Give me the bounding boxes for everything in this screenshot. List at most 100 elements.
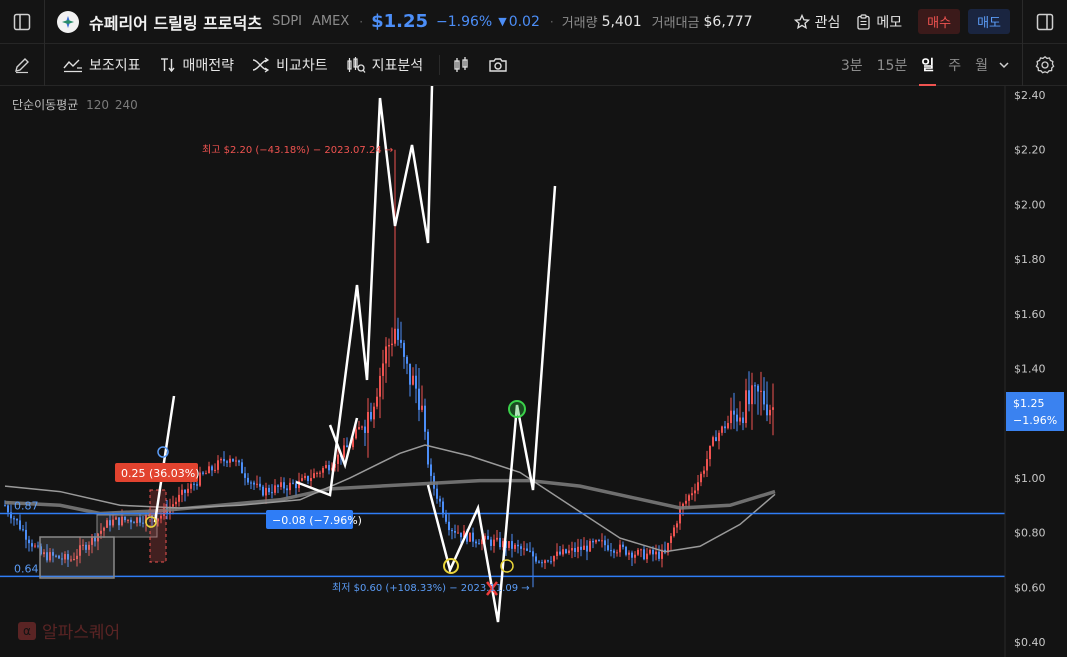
candle-body — [457, 532, 459, 534]
chevron-down-icon[interactable] — [998, 59, 1010, 71]
ma-period-2: 240 — [114, 98, 138, 112]
candle-body — [733, 410, 735, 415]
candle-body — [355, 429, 357, 439]
current-price-tag: $1.25 — [1013, 397, 1045, 410]
candle-body — [304, 475, 306, 479]
high-annotation: 최고 $2.20 (−43.18%) − 2023.07.24 → — [202, 144, 393, 156]
candle-body — [343, 445, 345, 458]
candle-body — [4, 505, 6, 507]
candle-body — [220, 458, 222, 461]
timeframe-month[interactable]: 월 — [975, 55, 988, 75]
timeframe-15min[interactable]: 15분 — [877, 55, 908, 75]
candle-body — [712, 437, 714, 446]
camera-icon[interactable] — [488, 56, 508, 74]
candle-body — [445, 514, 447, 522]
candle-body — [202, 472, 204, 474]
divider — [44, 0, 45, 44]
dot-separator: · — [549, 14, 554, 29]
compare-button[interactable]: 비교차트 — [252, 55, 328, 75]
change-absolute: 0.02 — [508, 13, 540, 30]
watermark: α 알파스퀘어 — [18, 618, 120, 643]
candle-body — [421, 405, 423, 410]
watermark-logo-icon: α — [18, 621, 36, 640]
candle-body — [517, 544, 519, 547]
sell-button[interactable]: 매도 — [968, 9, 1010, 34]
candle-body — [337, 454, 339, 464]
candle-body — [415, 375, 417, 389]
candle-body — [196, 484, 198, 486]
candle-body — [286, 488, 288, 491]
memo-button[interactable]: 메모 — [856, 12, 902, 32]
candle-body — [430, 464, 432, 476]
strategy-label: 매매전략 — [182, 57, 235, 74]
candle-body — [451, 530, 453, 532]
candle-body — [469, 532, 471, 542]
candle-body — [577, 546, 579, 552]
candle-body — [406, 356, 408, 364]
ma-legend[interactable]: 단순이동평균 120 240 — [12, 96, 138, 113]
timeframe-week[interactable]: 주 — [948, 55, 961, 75]
candle-body — [499, 537, 501, 548]
indicators-button[interactable]: 보조지표 — [63, 55, 141, 75]
candle-body — [190, 483, 192, 489]
candle-body — [31, 543, 33, 547]
candle-body — [691, 493, 693, 496]
candle-body — [235, 460, 237, 462]
gain-tag: 0.25 (36.03%) — [121, 467, 200, 480]
candle-body — [532, 551, 534, 557]
buy-button[interactable]: 매수 — [918, 9, 961, 34]
company-logo — [57, 10, 79, 33]
candle-body — [253, 482, 255, 485]
candle-body — [565, 549, 567, 554]
candle-body — [241, 462, 243, 474]
candle-body — [181, 489, 183, 495]
candle-body — [262, 486, 264, 496]
candle-body — [673, 527, 675, 537]
candle-body — [475, 541, 477, 544]
timeframe-day[interactable]: 일 — [919, 55, 937, 86]
memo-label: 메모 — [876, 14, 903, 31]
candle-body — [184, 489, 186, 493]
y-tick-label: $1.60 — [1014, 308, 1046, 321]
candle-body — [13, 518, 15, 520]
candle-body — [601, 540, 603, 542]
candlestick-icon[interactable] — [452, 56, 470, 74]
candle-body — [658, 551, 660, 559]
analysis-button[interactable]: 지표분석 — [346, 55, 423, 75]
candle-body — [217, 460, 219, 470]
current-change-tag: −1.96% — [1013, 414, 1057, 427]
candle-body — [580, 546, 582, 550]
candle-body — [193, 483, 195, 485]
candle-body — [550, 561, 552, 563]
candle-body — [268, 487, 270, 493]
candle-body — [739, 417, 741, 422]
candle-body — [568, 550, 570, 554]
candle-body — [322, 467, 324, 473]
timeframe-3min[interactable]: 3분 — [841, 55, 863, 75]
right-panel-toggle-icon[interactable] — [1023, 0, 1067, 44]
candle-body — [571, 548, 573, 551]
candle-body — [379, 375, 381, 397]
gear-icon[interactable] — [1023, 44, 1067, 86]
candle-body — [274, 485, 276, 493]
candle-body — [520, 546, 522, 549]
indicators-label: 보조지표 — [89, 57, 141, 74]
drawing-pencil-icon[interactable] — [0, 44, 44, 86]
candle-body — [616, 552, 618, 554]
price-chart[interactable]: 0.87 0.64 최고 $2.20 (−43.18%) − 2023.07.24 … — [0, 86, 1067, 657]
candle-body — [247, 477, 249, 483]
y-tick-label: $0.80 — [1014, 527, 1046, 540]
watch-button[interactable]: 관심 — [793, 12, 840, 32]
candle-body — [553, 556, 555, 562]
candle-body — [562, 549, 564, 555]
candle-body — [265, 487, 267, 496]
top-bar: 슈페리어 드릴링 프로덕츠 SDPI AMEX · $1.25 −1.96% ▼… — [0, 0, 1067, 44]
sidebar-toggle-icon[interactable] — [0, 0, 44, 44]
candle-body — [364, 426, 366, 433]
candle-body — [478, 543, 480, 545]
header-actions: 관심 메모 매수 매도 — [793, 0, 1067, 44]
candle-body — [412, 375, 414, 385]
candle-body — [361, 426, 363, 428]
strategy-button[interactable]: 매매전략 — [159, 55, 235, 75]
y-tick-label: $1.40 — [1014, 363, 1046, 376]
